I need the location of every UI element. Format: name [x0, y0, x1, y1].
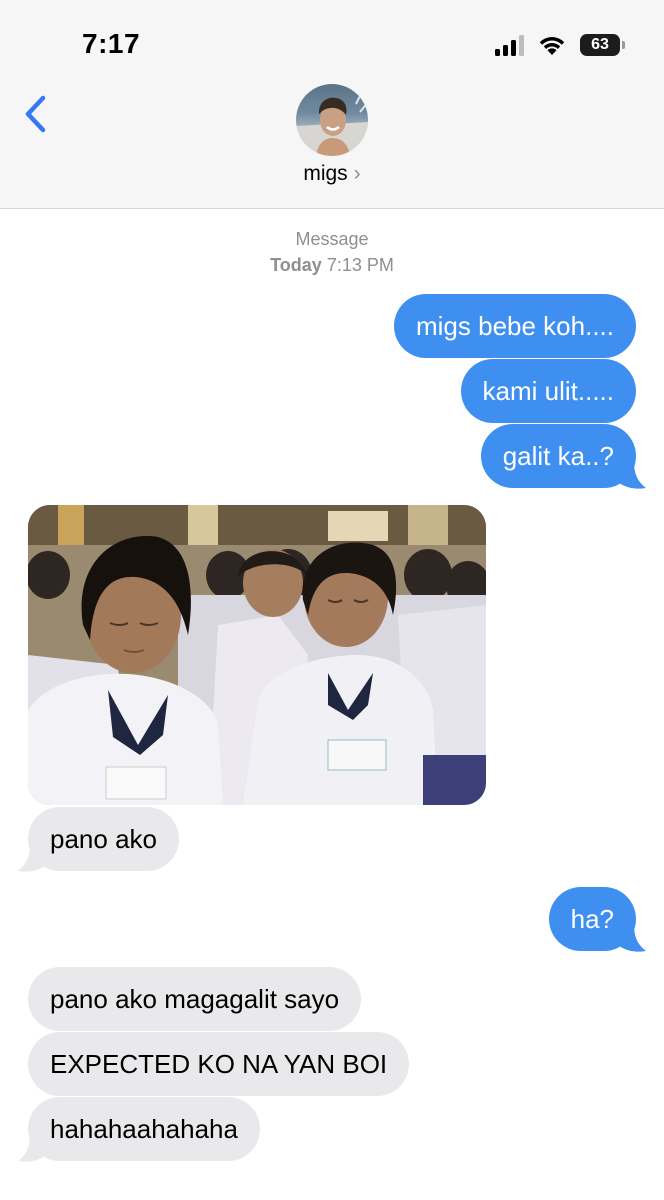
back-chevron-icon[interactable] [18, 90, 58, 138]
status-time: 7:17 [82, 28, 141, 59]
contact-avatar[interactable] [296, 84, 368, 156]
outgoing-message-bubble[interactable]: kami ulit..... [460, 359, 636, 423]
bubble-tail-icon [612, 462, 646, 489]
battery-icon: 63 [580, 34, 625, 56]
outgoing-message-bubble[interactable]: migs bebe koh.... [394, 294, 636, 358]
bubble-tail-icon [18, 1135, 52, 1162]
service-label: Message [295, 229, 369, 249]
contact-name-button[interactable]: migs › [0, 162, 664, 186]
timestamp-day: Today [270, 255, 322, 275]
incoming-message-bubble[interactable]: hahahaahahaha [28, 1097, 260, 1161]
status-icons: 63 [495, 30, 625, 60]
bubble-tail-icon [612, 925, 646, 952]
incoming-photo-attachment[interactable] [28, 505, 486, 805]
battery-level: 63 [591, 36, 609, 53]
avatar-photo [296, 91, 368, 156]
thread-timestamp: Today 7:13 PM [0, 255, 664, 276]
cellular-signal-icon [495, 34, 524, 56]
conversation-header: 7:17 63 migs › [0, 0, 664, 209]
incoming-message-bubble[interactable]: EXPECTED KO NA YAN BOI [28, 1032, 410, 1096]
bubble-tail-icon [18, 845, 52, 872]
wifi-icon [539, 37, 565, 55]
contact-name: migs [303, 162, 348, 185]
incoming-message-bubble[interactable]: pano ako magagalit sayo [28, 967, 362, 1031]
photo-image [28, 505, 486, 805]
chevron-right-icon: › [353, 162, 361, 185]
timestamp-time: 7:13 PM [326, 255, 394, 275]
